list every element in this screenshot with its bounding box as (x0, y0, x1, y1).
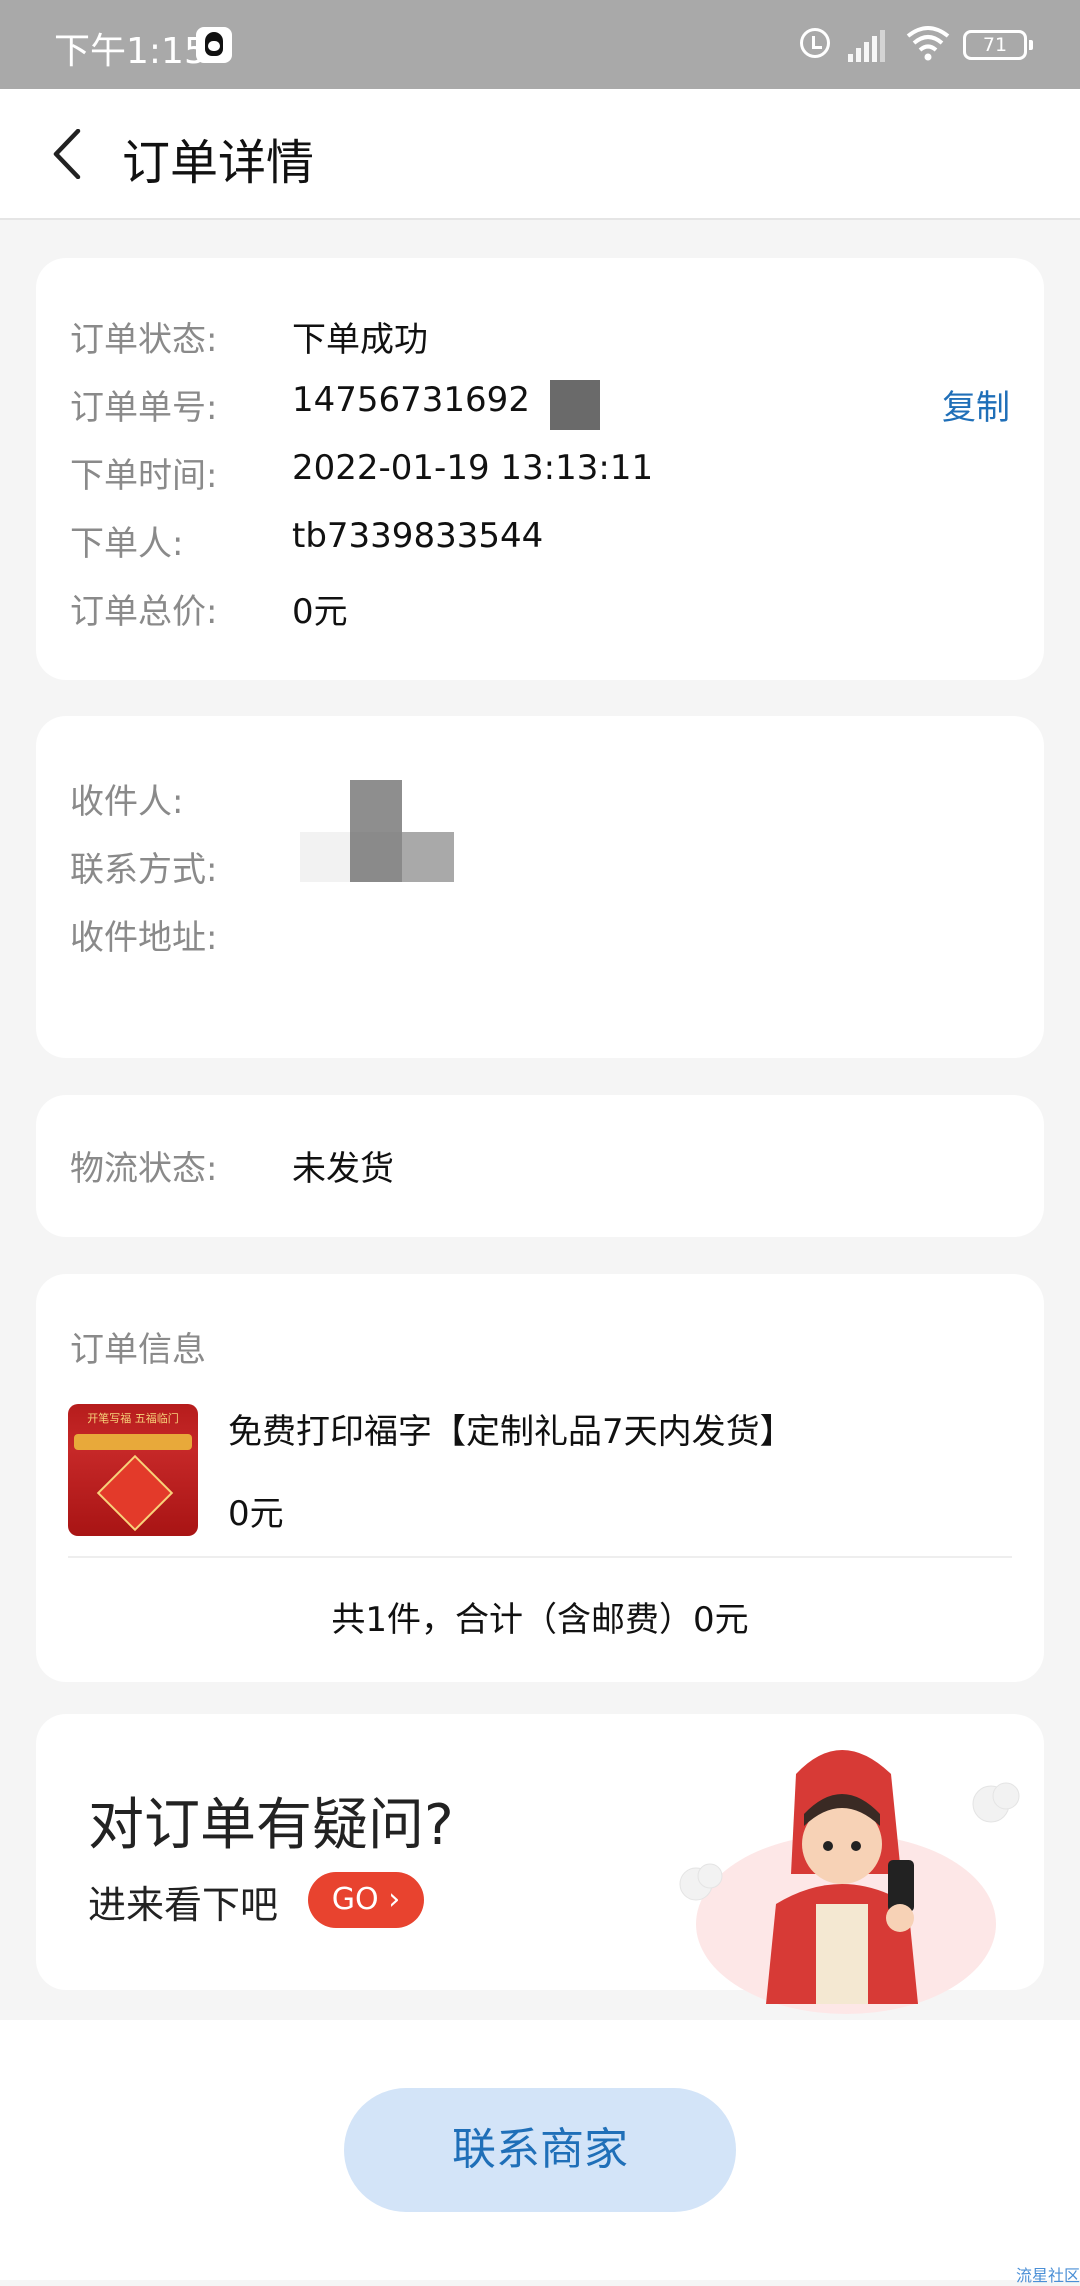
order-status-label: 订单状态: (70, 320, 218, 360)
order-total-summary: 共1件，合计（含邮费）0元 (331, 1600, 749, 1640)
recipient-address-label: 收件地址: (70, 918, 218, 958)
total-label: 订单总价: (70, 592, 218, 632)
page-title: 订单详情 (122, 135, 315, 191)
signal-icon (848, 28, 888, 62)
go-button[interactable]: GO › (308, 1872, 424, 1928)
product-price: 0元 (228, 1494, 284, 1534)
recipient-card: 收件人: 联系方式: 收件地址: (36, 716, 1044, 1058)
order-status-value: 下单成功 (292, 320, 428, 360)
wifi-icon (906, 26, 950, 61)
redaction-block (550, 380, 600, 430)
buyer-label: 下单人: (70, 524, 184, 564)
chevron-right-icon: › (388, 1882, 401, 1917)
order-info-title: 订单信息 (70, 1330, 206, 1370)
redaction-block (350, 832, 402, 882)
order-number-value: 14756731692 (292, 380, 530, 420)
copy-button[interactable]: 复制 (942, 380, 1010, 429)
logistics-card: 物流状态: 未发货 (36, 1095, 1044, 1237)
help-title: 对订单有疑问? (88, 1793, 454, 1858)
divider (68, 1556, 1012, 1558)
bottom-bar: 联系商家 (0, 2020, 1080, 2280)
qq-icon (196, 27, 232, 63)
gate-roof-shape (74, 1434, 192, 1450)
contact-seller-button[interactable]: 联系商家 (344, 2088, 736, 2212)
total-value: 0元 (292, 592, 348, 632)
battery-icon: 71 (963, 30, 1033, 60)
order-time-label: 下单时间: (70, 456, 218, 496)
watermark: 流星社区 (1015, 2266, 1080, 2285)
recipient-name-label: 收件人: (70, 782, 184, 822)
fu-diamond-shape (96, 1454, 174, 1532)
mascot-illustration (679, 1750, 1020, 2014)
recipient-phone-label: 联系方式: (70, 850, 218, 890)
redaction-block (350, 780, 402, 834)
header: 订单详情 (0, 89, 1080, 220)
order-number-label: 订单单号: (70, 388, 218, 428)
back-arrow-icon[interactable] (48, 129, 92, 179)
product-image[interactable]: 开笔写福 五福临门 (68, 1404, 198, 1536)
logistics-label: 物流状态: (70, 1149, 218, 1189)
redaction-block (300, 832, 352, 882)
order-time-value: 2022-01-19 13:13:11 (292, 448, 654, 488)
help-banner-card[interactable]: 对订单有疑问? 进来看下吧 GO › (36, 1714, 1044, 2014)
product-name[interactable]: 免费打印福字【定制礼品7天内发货】 (228, 1404, 794, 1453)
status-bar: 下午1:15 71 (0, 0, 1080, 89)
go-label: GO (331, 1882, 379, 1917)
help-subtitle: 进来看下吧 (88, 1883, 279, 1927)
buyer-value: tb7339833544 (292, 516, 544, 556)
order-summary-card: 订单状态: 下单成功 订单单号: 14756731692 复制 下单时间: 20… (36, 258, 1044, 680)
status-time: 下午1:15 (54, 31, 207, 72)
alarm-icon (800, 28, 830, 58)
logistics-value: 未发货 (292, 1149, 394, 1189)
redaction-block (402, 832, 454, 882)
order-info-card: 订单信息 开笔写福 五福临门 免费打印福字【定制礼品7天内发货】 0元 共1件，… (36, 1274, 1044, 1682)
product-image-caption: 开笔写福 五福临门 (87, 1412, 179, 1425)
